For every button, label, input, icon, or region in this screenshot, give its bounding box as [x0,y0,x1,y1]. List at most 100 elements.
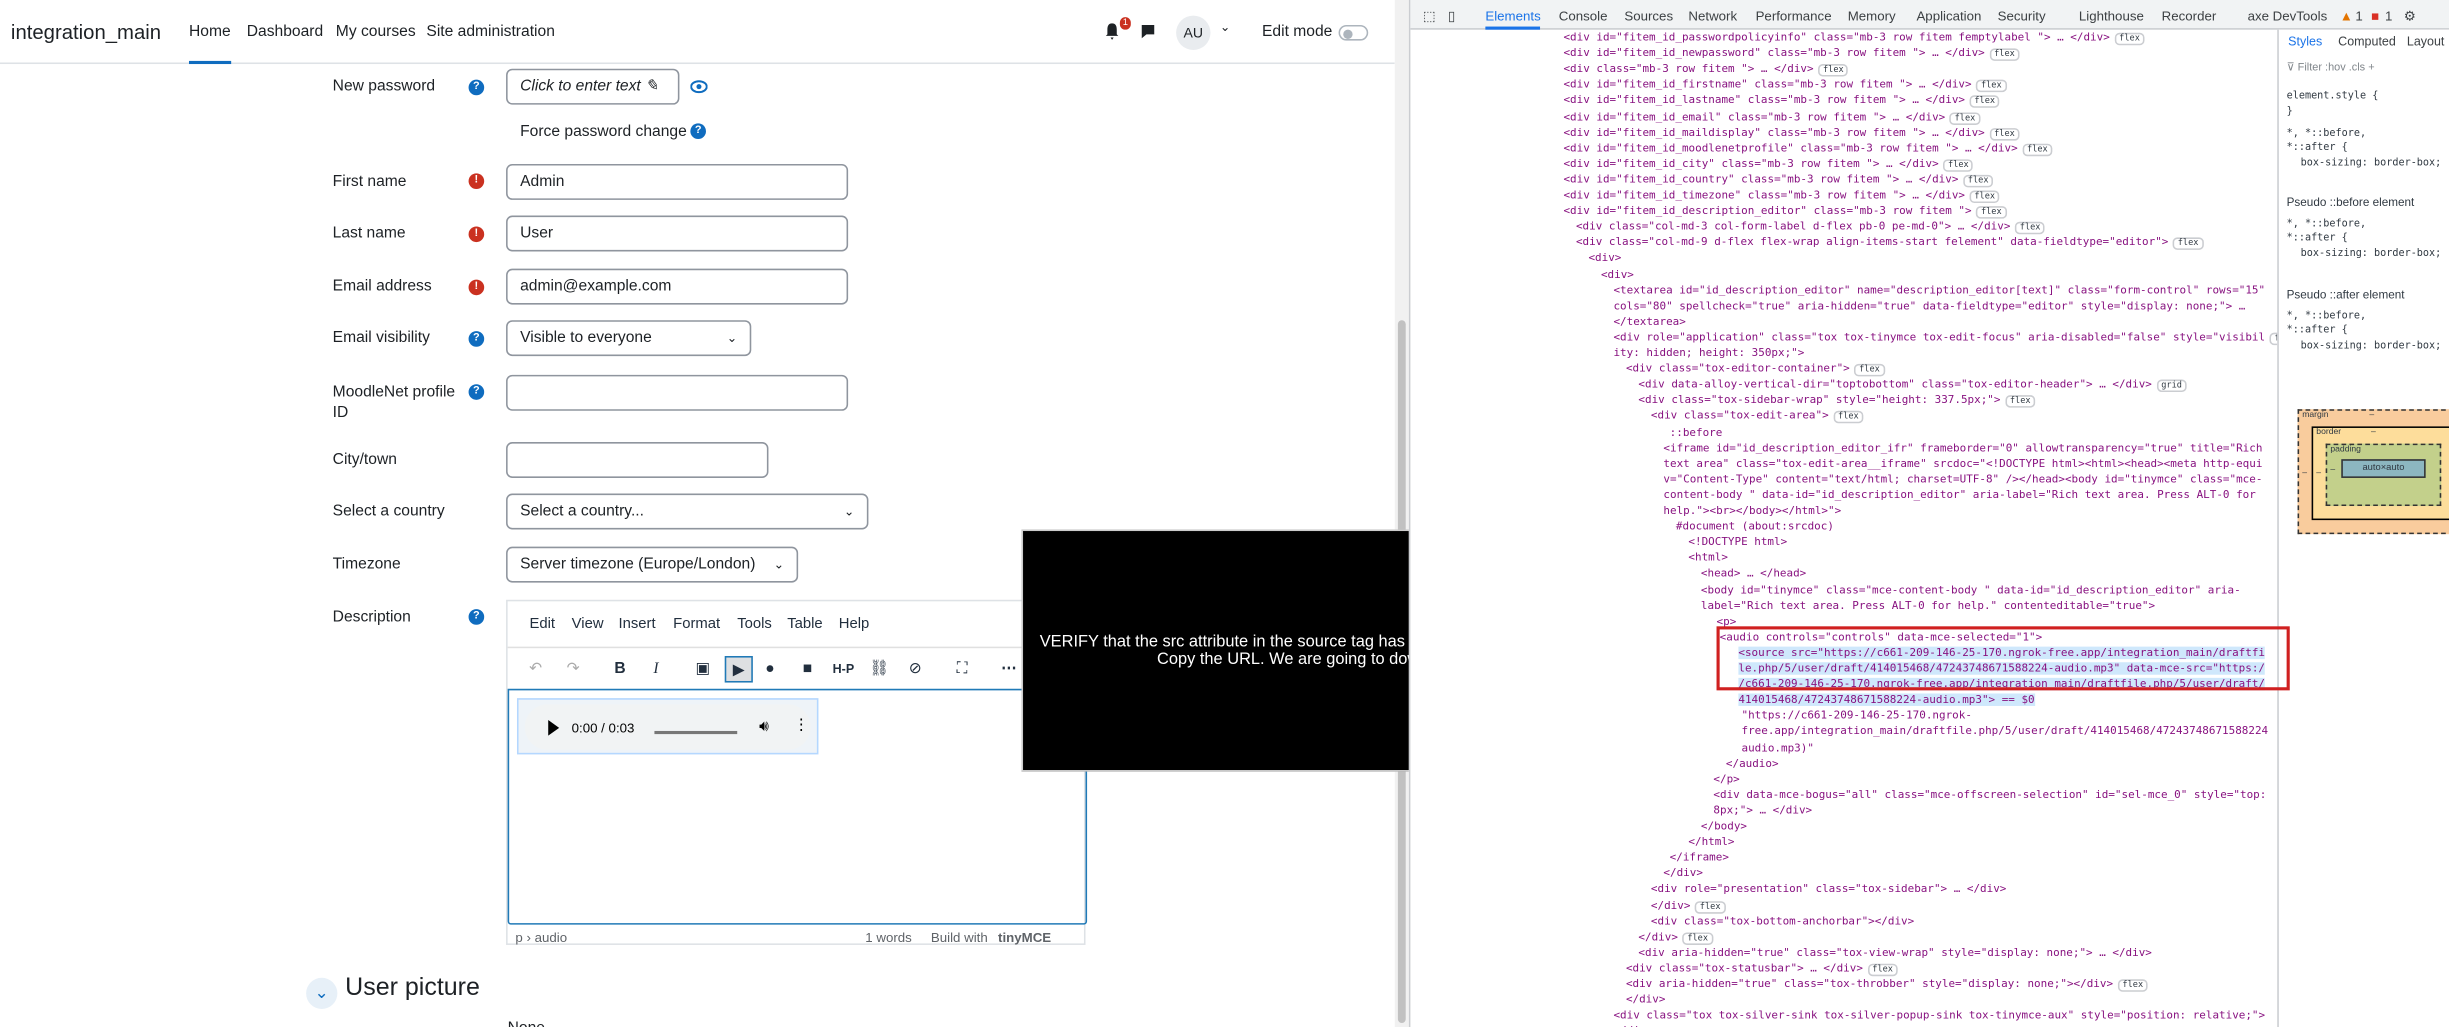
tab-network[interactable]: Network [1688,8,1737,24]
tab-console[interactable]: Console [1559,8,1608,24]
help-icon[interactable]: ? [690,123,706,140]
dom-tree-line[interactable]: <div id="fitem_id_firstname" class="mb-3… [1563,77,2007,93]
help-icon[interactable]: ? [468,384,485,400]
tab-performance[interactable]: Performance [1756,8,1832,24]
styles-filter-input[interactable]: ⊽ Filter :hov .cls + [2287,61,2443,80]
dom-tree-line[interactable]: <div data-mce-bogus="all" class="mce-off… [1713,787,2266,803]
country-select[interactable]: Select a country... ⌄ [506,493,869,530]
nav-my-courses[interactable]: My courses [336,23,416,40]
tab-application[interactable]: Application [1916,8,1981,24]
dom-tree-line[interactable]: ity: hidden; height: 350px;"> [1613,345,1804,361]
layout-badge[interactable]: flex [1695,900,1726,913]
chevron-down-icon[interactable]: ⌄ [306,977,338,1009]
layout-badge[interactable]: flex [1867,963,1898,977]
layout-badge[interactable]: flex [2015,222,2046,235]
dom-tree-line[interactable]: #document (about:srcdoc) [1676,519,1834,535]
page-scrollbar[interactable] [1394,0,1409,1027]
tab-memory[interactable]: Memory [1848,8,1896,24]
layout-badge[interactable]: flex [1969,190,2000,204]
microphone-icon[interactable]: ● [756,656,784,683]
dom-tree-line[interactable]: <div id="fitem_id_lastname" class="mb-3 … [1563,93,2000,109]
more-vertical-icon[interactable]: ⋮ [793,717,809,734]
nav-dashboard[interactable]: Dashboard [247,23,323,40]
help-icon[interactable]: ? [468,331,485,347]
dom-tree-line[interactable]: <div class="tox-bottom-anchorbar"></div> [1651,913,1914,929]
force-password-change-label[interactable]: Force password change [520,122,687,142]
volume-icon[interactable]: 🔊︎ [759,718,769,735]
section-user-picture[interactable]: User picture [345,975,480,1003]
city-input[interactable] [506,442,769,478]
nav-home[interactable]: Home [188,23,231,65]
dom-tree-line[interactable]: <div class="tox-editor-container"> flex [1626,361,1885,377]
layout-badge[interactable]: flex [1989,48,2020,62]
undo-icon[interactable]: ↶ [522,656,550,683]
media-icon[interactable]: ▶ [724,655,753,683]
bold-icon[interactable]: B [606,656,634,683]
eye-icon[interactable] [690,80,708,94]
dom-tree-line[interactable]: </body> [1701,818,1747,834]
menu-insert[interactable]: Insert [619,615,656,632]
layout-badge[interactable]: flex [1818,64,1849,77]
dom-tree-line[interactable]: <div id="fitem_id_timezone" class="mb-3 … [1563,187,2000,204]
dom-tree-line[interactable]: <div id="fitem_id_email" class="mb-3 row… [1563,109,1981,125]
help-icon[interactable]: ? [468,79,485,96]
layout-badge[interactable]: flex [2117,979,2148,992]
editor-content-area[interactable]: 0:00 / 0:03 🔊︎ ⋮ [507,688,1088,925]
gear-icon[interactable]: ⚙ [2404,8,2416,25]
dom-tree-line[interactable]: <div aria-hidden="true" class="tox-view-… [1638,945,2151,961]
dom-tree-line[interactable]: label="Rich text area. Press ALT-0 for h… [1701,598,2155,614]
dom-tree-line[interactable]: <div class="col-md-3 col-form-label d-fl… [1576,219,2046,235]
nav-site-administration[interactable]: Site administration [426,23,554,40]
layout-badge[interactable]: flex [1969,95,2000,109]
warning-icon[interactable]: ▲ [2340,8,2353,24]
layout-badge[interactable]: flex [1976,80,2007,93]
layout-tab[interactable]: Layout [2407,34,2445,48]
dom-tree-line[interactable]: <div data-alloy-vertical-dir="toptobotto… [1638,377,2187,393]
dom-tree-line[interactable]: <div> [1588,251,1621,267]
dom-tree-line[interactable]: </p> [1713,771,1739,787]
dom-tree-line[interactable]: <div> [1601,266,1634,282]
dom-tree-line[interactable]: <div id="fitem_id_passwordpolicyinfo" cl… [1563,30,2145,46]
redo-icon[interactable]: ↷ [559,656,587,683]
menu-format[interactable]: Format [673,615,720,632]
menu-help[interactable]: Help [839,615,870,632]
dom-tree-line[interactable]: </div> flex [1651,897,1726,913]
tab-sources[interactable]: Sources [1624,8,1673,24]
layout-badge[interactable]: flex [2173,237,2204,251]
layout-badge[interactable]: flex [1833,411,1864,424]
site-brand[interactable]: integration_main [11,20,161,43]
h5p-icon[interactable]: H-P [829,656,857,683]
bell-icon[interactable] [1103,22,1122,41]
layout-badge[interactable]: flex [2114,32,2145,46]
email-visibility-select[interactable]: Visible to everyone ⌄ [506,320,752,357]
dom-tree-line[interactable]: <div id="fitem_id_maildisplay" class="mb… [1563,124,2020,140]
dom-tree-line[interactable]: <div class="tox-edit-area"> flex [1651,408,1864,424]
layout-badge[interactable]: flex [1976,206,2007,219]
timezone-select[interactable]: Server timezone (Europe/London) ⌄ [506,546,799,583]
dom-tree-line[interactable]: content-body " data-id="id_description_e… [1663,487,2255,503]
chevron-down-icon[interactable]: ⌄ [1220,20,1230,34]
new-password-field[interactable]: Click to enter text ✎ [506,68,680,105]
layout-badge[interactable]: grid [2156,379,2187,393]
first-name-input[interactable]: Admin [506,163,849,200]
dom-tree-line[interactable]: text area" class="tox-edit-area__iframe"… [1663,456,2262,472]
layout-badge[interactable]: flex [1963,174,1994,188]
unlink-icon[interactable]: ⊘ [901,656,929,683]
layout-badge[interactable]: flex [2269,332,2278,346]
dom-tree-line[interactable]: </div> [1613,1024,1653,1027]
link-icon[interactable]: ⛓ [865,656,893,683]
menu-table[interactable]: Table [787,615,822,632]
dom-tree-line[interactable]: 414015468/47243748671588224-audio.mp3"> … [1738,692,2035,708]
tab-recorder[interactable]: Recorder [2162,8,2217,24]
dom-tree-line[interactable]: <div class="tox-statusbar"> … </div> flex [1626,960,1898,977]
error-icon[interactable]: ■ [2371,8,2379,24]
dom-tree-line[interactable]: <div class="tox-sidebar-wrap" style="hei… [1638,393,2036,409]
user-avatar[interactable]: AU [1176,15,1211,50]
layout-badge[interactable]: flex [2022,143,2053,156]
dom-tree-line[interactable]: </audio> [1726,755,1779,771]
dom-tree-line[interactable]: <html> [1688,550,1728,566]
help-icon[interactable]: ? [468,609,485,625]
dom-tree-line[interactable]: <!DOCTYPE html> [1688,534,1787,550]
layout-badge[interactable]: flex [2005,395,2036,409]
layout-badge[interactable]: flex [1682,931,1713,945]
